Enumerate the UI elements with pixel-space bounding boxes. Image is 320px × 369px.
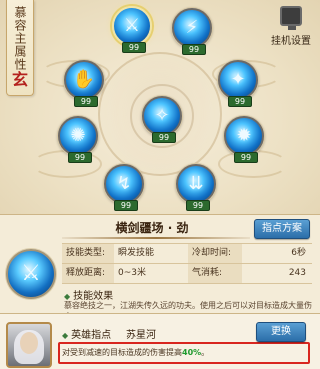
afk-settings-label: 挂机设置: [271, 36, 311, 47]
skill-level: 99: [234, 152, 258, 163]
attribute-element: 玄: [11, 70, 28, 89]
stat-key: 气消耗:: [188, 264, 242, 283]
skill-level: 99: [122, 42, 146, 53]
sword-down-icon: ↯: [116, 173, 132, 194]
afk-settings-button[interactable]: 挂机设置: [268, 6, 314, 47]
triple-sword-icon: ⇊: [188, 173, 204, 194]
hero-name: 苏星河: [126, 330, 156, 341]
skill-node-energy-body[interactable]: ✦ 99: [218, 60, 258, 107]
skill-info-panel: ⚔ 横剑疆场 · 劲 指点方案 技能类型: 瞬发技能 冷却时间: 6秒 释放距离…: [0, 214, 320, 321]
main-attribute-banner: 慕容主属性 玄: [6, 0, 34, 96]
guidance-plan-button[interactable]: 指点方案: [254, 219, 310, 239]
sword-slash-icon: ⚔: [21, 261, 41, 286]
monitor-icon: [280, 6, 302, 30]
skill-node-sword-fall[interactable]: ↯ 99: [104, 164, 144, 211]
multi-sword-icon: ✧: [154, 105, 170, 126]
change-hero-button[interactable]: 更换: [256, 322, 306, 342]
hero-tips-label-text: 英雄指点: [71, 330, 112, 341]
burst-icon: ✹: [236, 125, 252, 146]
skill-node-blade-wave[interactable]: ⚔ 99: [112, 6, 152, 53]
skill-level: 99: [114, 200, 138, 211]
stat-key: 冷却时间:: [188, 244, 242, 263]
stats-row: 释放距离: 0~3米 气消耗: 243: [62, 264, 312, 284]
skill-stats-table: 技能类型: 瞬发技能 冷却时间: 6秒 释放距离: 0~3米 气消耗: 243: [62, 243, 312, 284]
skill-level: 99: [182, 44, 206, 55]
skill-panel: 慕容主属性 玄 挂机设置 ⚔ 99 ⚡ 99 ✋ 99 ✦ 99 ✧ 99 ✺ …: [0, 0, 320, 214]
tip-prefix: 对受到减速的目标造成的伤害提高: [62, 348, 182, 357]
stat-key: 技能类型:: [62, 244, 114, 263]
skill-name: 横剑疆场 · 劲: [115, 221, 189, 235]
stat-value: 瞬发技能: [118, 248, 155, 258]
skill-level: 99: [74, 96, 98, 107]
hero-face: [20, 332, 38, 354]
hero-tips-label: ◆ 英雄指点: [62, 326, 111, 341]
tip-suffix: 。: [201, 348, 210, 357]
hero-avatar[interactable]: [6, 322, 52, 368]
hero-tip-text: 对受到减速的目标造成的伤害提高40%。: [58, 342, 310, 364]
sword-slash-icon: ⚔: [123, 15, 141, 36]
skill-node-blade-storm[interactable]: ✺ 99: [58, 116, 98, 163]
attribute-title: 慕容主属性: [13, 6, 27, 71]
stats-row: 技能类型: 瞬发技能 冷却时间: 6秒: [62, 244, 312, 264]
tip-percent: 40%: [182, 348, 202, 357]
stat-key: 释放距离:: [62, 264, 114, 283]
palm-icon: ✋: [72, 69, 96, 90]
diamond-icon: ◆: [62, 331, 69, 340]
stat-value: 243: [288, 268, 306, 278]
divider: [62, 237, 250, 239]
skill-level: 99: [68, 152, 92, 163]
skill-level: 99: [152, 132, 176, 143]
skill-node-triple-sword[interactable]: ⇊ 99: [176, 164, 216, 211]
skill-level: 99: [186, 200, 210, 211]
figure-icon: ✦: [230, 69, 246, 90]
skill-node-sword-rain[interactable]: ⚡ 99: [172, 8, 212, 55]
sword-icon: ⚡: [185, 17, 199, 38]
skill-node-palm-strike[interactable]: ✋ 99: [64, 60, 104, 107]
stat-value: 6秒: [291, 248, 306, 258]
skill-node-radiant-burst[interactable]: ✹ 99: [224, 116, 264, 163]
whirl-icon: ✺: [70, 125, 86, 146]
skill-node-flying-swords[interactable]: ✧ 99: [142, 96, 182, 143]
stat-value: 0~3米: [118, 268, 146, 278]
selected-skill-icon: ⚔: [6, 249, 56, 299]
skill-level: 99: [228, 96, 252, 107]
